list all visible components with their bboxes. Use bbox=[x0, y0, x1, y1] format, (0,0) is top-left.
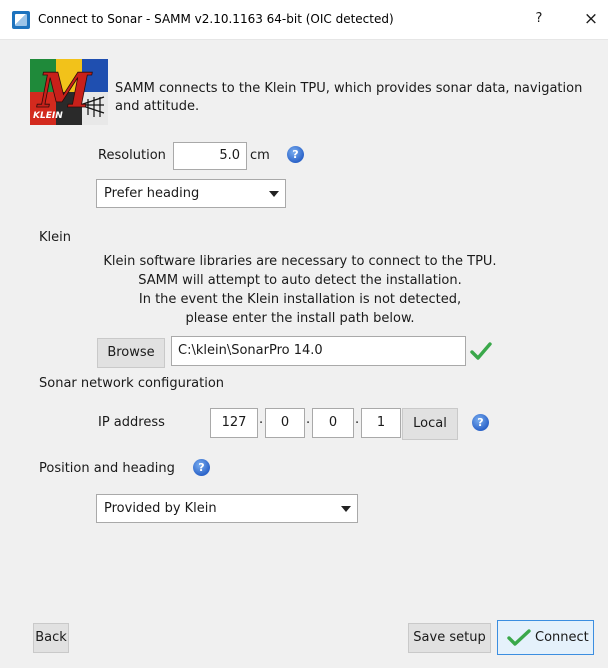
ip-octet-3-input[interactable]: 0 bbox=[312, 408, 354, 438]
klein-description-line: In the event the Klein installation is n… bbox=[138, 292, 462, 307]
install-path-input[interactable]: C:\klein\SonarPro 14.0 bbox=[171, 336, 466, 366]
klein-description: Klein software libraries are necessary t… bbox=[80, 252, 520, 328]
connect-button[interactable]: Connect bbox=[497, 620, 594, 655]
position-section-label: Position and heading bbox=[39, 461, 175, 476]
samm-logo: M KLEIN bbox=[30, 59, 108, 125]
ip-octet-4-input[interactable]: 1 bbox=[361, 408, 401, 438]
ip-octet-1-input[interactable]: 127 bbox=[210, 408, 258, 438]
ip-dot: . bbox=[355, 412, 360, 427]
ip-address-label: IP address bbox=[98, 415, 165, 430]
klein-description-line: Klein software libraries are necessary t… bbox=[103, 254, 497, 269]
resolution-input[interactable]: 5.0 bbox=[173, 142, 247, 170]
close-button[interactable]: × bbox=[580, 7, 602, 31]
resolution-unit: cm bbox=[250, 148, 270, 163]
resolution-help-icon[interactable]: ? bbox=[287, 146, 304, 163]
browse-button[interactable]: Browse bbox=[97, 338, 165, 368]
position-source-value: Provided by Klein bbox=[104, 501, 217, 516]
klein-description-line: SAMM will attempt to auto detect the ins… bbox=[138, 273, 462, 288]
local-button[interactable]: Local bbox=[402, 408, 458, 440]
save-setup-button[interactable]: Save setup bbox=[408, 623, 491, 653]
check-icon bbox=[470, 342, 492, 360]
ip-octet-2-input[interactable]: 0 bbox=[265, 408, 305, 438]
klein-description-line: please enter the install path below. bbox=[185, 311, 415, 326]
intro-text: SAMM connects to the Klein TPU, which pr… bbox=[115, 81, 583, 114]
window-title: Connect to Sonar - SAMM v2.10.1163 64-bi… bbox=[38, 12, 394, 26]
app-icon bbox=[12, 11, 30, 29]
title-bar: Connect to Sonar - SAMM v2.10.1163 64-bi… bbox=[0, 0, 608, 40]
network-help-icon[interactable]: ? bbox=[472, 414, 489, 431]
ip-dot: . bbox=[306, 412, 311, 427]
back-button[interactable]: Back bbox=[33, 623, 69, 653]
check-icon bbox=[507, 629, 531, 646]
samm-logo-icon: M KLEIN bbox=[30, 59, 108, 125]
title-help-button[interactable]: ? bbox=[528, 8, 550, 30]
heading-mode-select[interactable]: Prefer heading bbox=[96, 179, 286, 208]
heading-mode-value: Prefer heading bbox=[104, 186, 200, 201]
position-help-icon[interactable]: ? bbox=[193, 459, 210, 476]
chevron-down-icon bbox=[341, 506, 351, 512]
connect-label: Connect bbox=[535, 630, 589, 645]
logo-text: KLEIN bbox=[33, 111, 63, 121]
ip-dot: . bbox=[259, 412, 264, 427]
network-section-label: Sonar network configuration bbox=[39, 376, 225, 391]
resolution-label: Resolution bbox=[98, 148, 166, 163]
position-source-select[interactable]: Provided by Klein bbox=[96, 494, 358, 523]
chevron-down-icon bbox=[269, 191, 279, 197]
klein-section-label: Klein bbox=[39, 230, 71, 245]
